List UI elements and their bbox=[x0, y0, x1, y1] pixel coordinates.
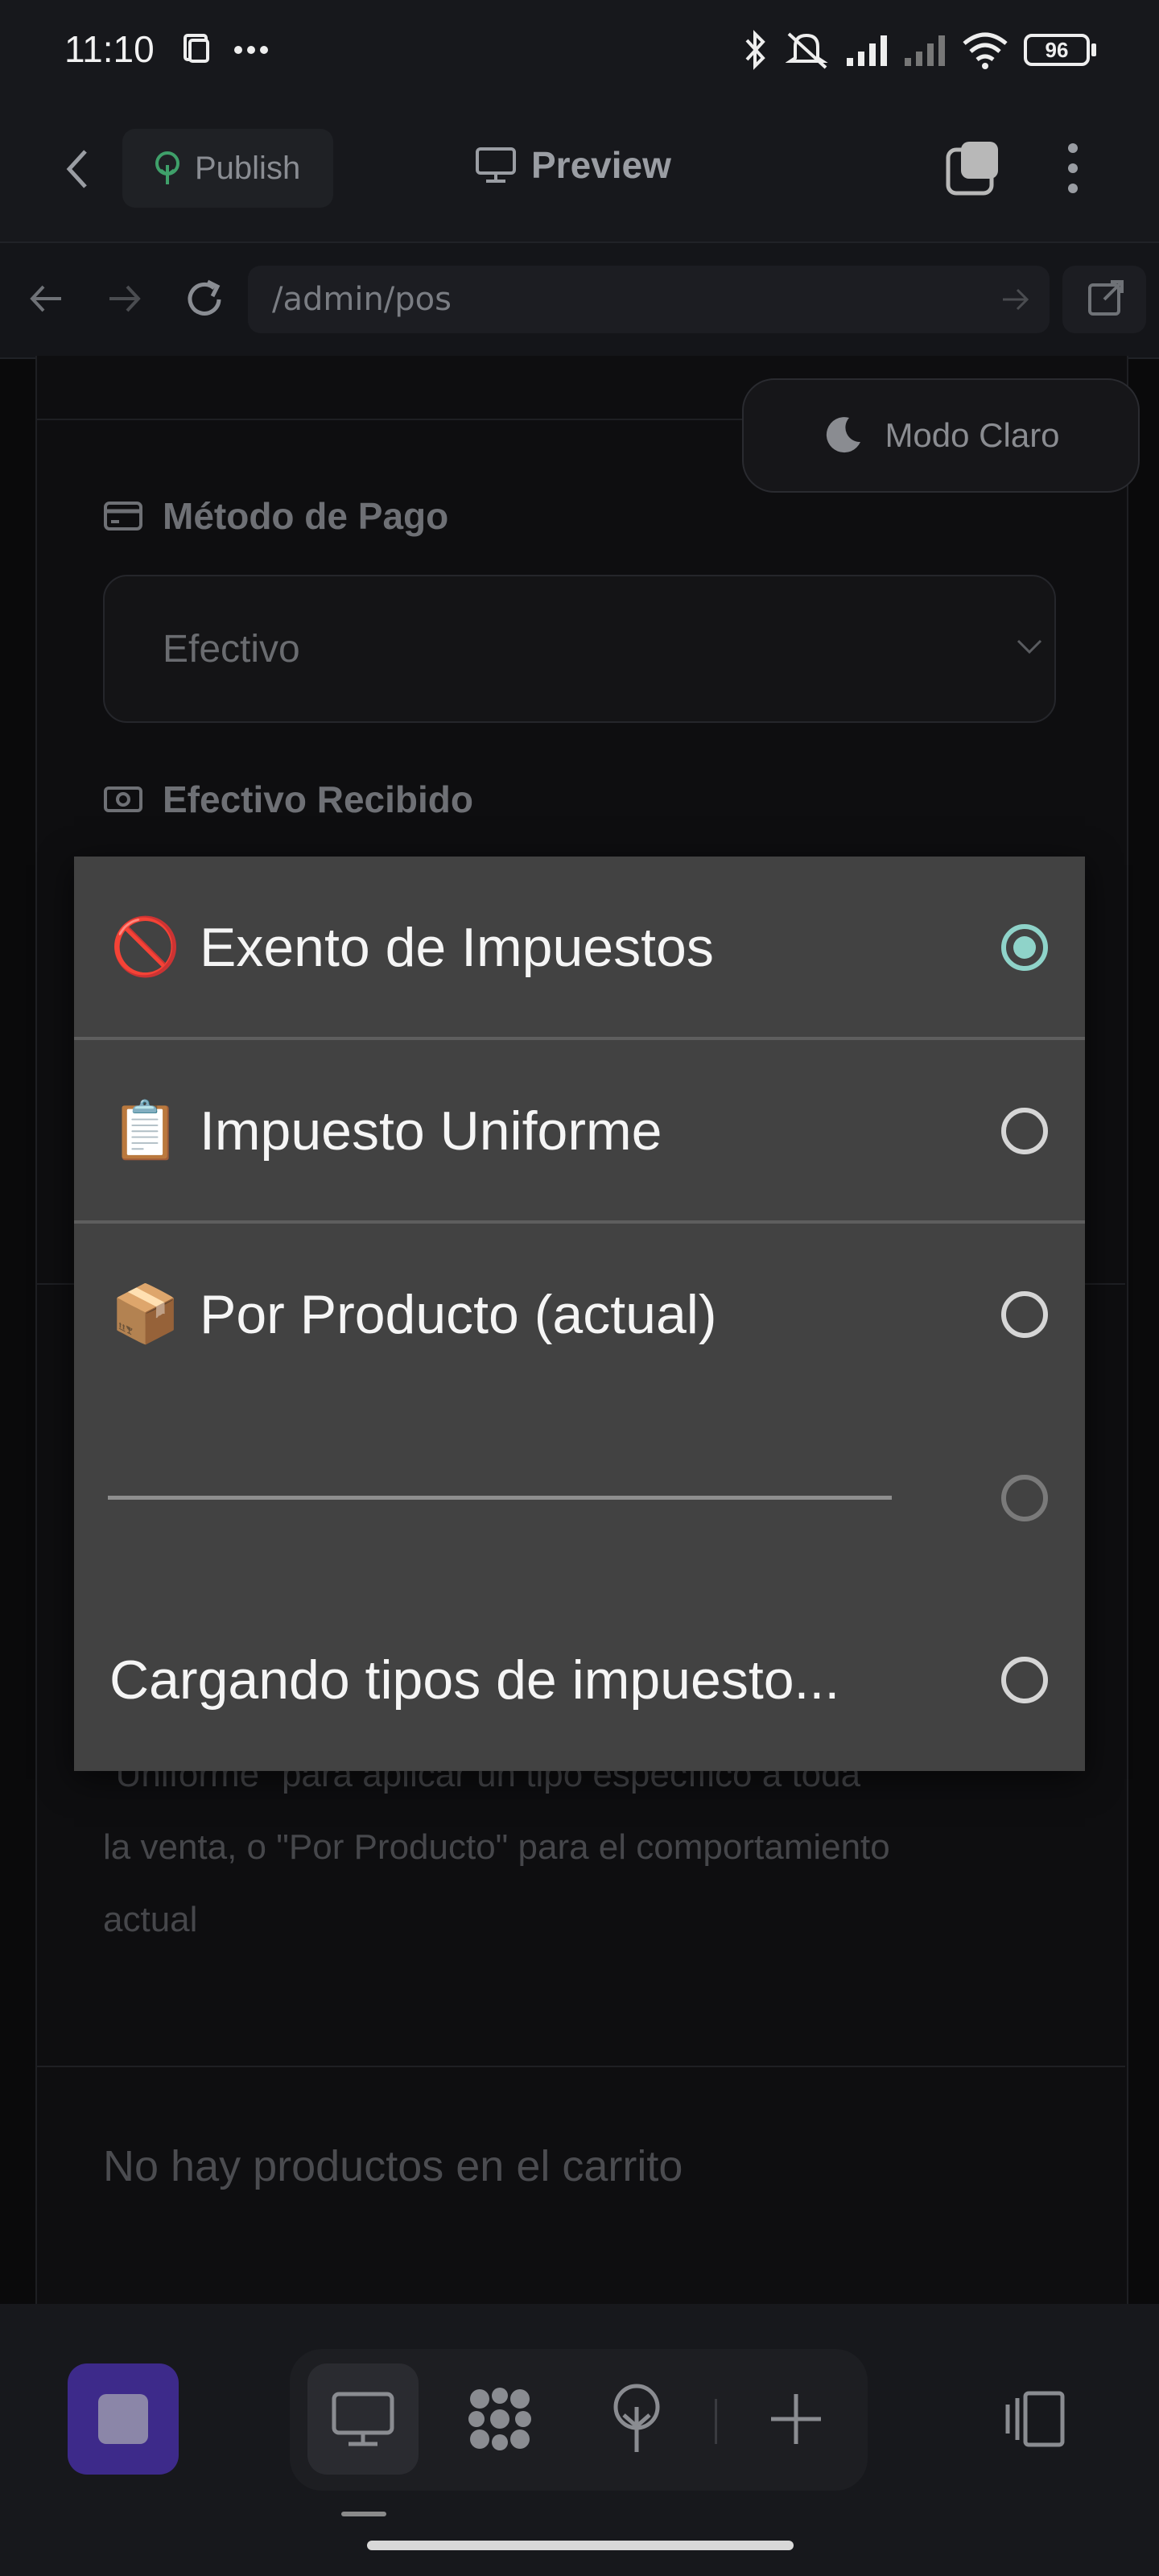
more-dots-icon bbox=[234, 46, 268, 54]
external-link-icon bbox=[1088, 280, 1124, 316]
tree-icon bbox=[613, 2384, 660, 2452]
battery-level: 96 bbox=[1045, 37, 1069, 62]
add-button[interactable] bbox=[740, 2363, 852, 2475]
refresh-icon[interactable] bbox=[182, 277, 227, 322]
credit-card-icon bbox=[104, 502, 142, 530]
option-loading[interactable]: Cargando tipos de impuesto... bbox=[74, 1589, 1085, 1771]
moon-icon bbox=[827, 417, 861, 453]
screenshot-icon bbox=[184, 34, 209, 63]
plus-icon bbox=[771, 2394, 821, 2444]
components-button[interactable] bbox=[444, 2363, 555, 2475]
mute-icon bbox=[786, 32, 828, 69]
payment-method-label: Método de Pago bbox=[103, 494, 448, 538]
radio-icon[interactable] bbox=[1001, 1657, 1048, 1703]
radio-disabled-icon bbox=[1001, 1475, 1048, 1521]
publish-label: Publish bbox=[195, 150, 301, 186]
device-toggle-button[interactable] bbox=[979, 2363, 1090, 2475]
status-time: 11:10 bbox=[64, 28, 155, 70]
nav-forward-icon[interactable] bbox=[105, 282, 145, 316]
option-label: Cargando tipos de impuesto... bbox=[109, 1649, 840, 1711]
publish-button[interactable]: Publish bbox=[122, 129, 333, 208]
kebab-menu-icon[interactable] bbox=[1059, 140, 1087, 196]
cash-received-label: Efectivo Recibido bbox=[103, 778, 473, 821]
helper-line: actual bbox=[103, 1900, 198, 1939]
back-icon[interactable] bbox=[58, 145, 98, 193]
radio-selected-icon[interactable] bbox=[1001, 924, 1048, 971]
payment-method-value: Efectivo bbox=[163, 627, 300, 671]
monitor-icon bbox=[476, 147, 516, 183]
tree-icon bbox=[155, 151, 179, 184]
open-external-button[interactable] bbox=[1062, 266, 1146, 333]
helper-line: la venta, o "Por Producto" para el compo… bbox=[103, 1827, 890, 1867]
theme-toggle-label: Modo Claro bbox=[885, 416, 1060, 454]
wifi-icon bbox=[963, 32, 1008, 69]
signal-icon bbox=[847, 35, 887, 66]
toolbar-divider bbox=[715, 2399, 717, 2444]
radio-icon[interactable] bbox=[1001, 1108, 1048, 1154]
option-por-producto[interactable]: 📦 Por Producto (actual) bbox=[74, 1224, 1085, 1406]
option-uniforme[interactable]: 📋 Impuesto Uniforme bbox=[74, 1040, 1085, 1222]
deploy-button[interactable] bbox=[581, 2363, 692, 2475]
dots-grid-icon bbox=[468, 2388, 531, 2450]
payment-method-text: Método de Pago bbox=[163, 495, 449, 537]
tax-type-dialog: 🚫 Exento de Impuestos 📋 Impuesto Uniform… bbox=[74, 857, 1085, 1771]
option-label: Impuesto Uniforme bbox=[200, 1100, 662, 1162]
stop-button[interactable] bbox=[68, 2363, 179, 2475]
drag-handle[interactable] bbox=[341, 2512, 386, 2516]
prohibited-emoji-icon: 🚫 bbox=[110, 915, 181, 978]
option-label: Por Producto (actual) bbox=[200, 1284, 717, 1345]
url-field[interactable]: /admin/pos bbox=[248, 266, 1050, 333]
battery-tip bbox=[1091, 43, 1096, 56]
preview-button[interactable]: Preview bbox=[475, 143, 671, 187]
package-emoji-icon: 📦 bbox=[110, 1282, 181, 1345]
home-indicator[interactable] bbox=[367, 2541, 794, 2550]
row-divider bbox=[35, 2066, 1125, 2067]
preview-label: Preview bbox=[531, 144, 671, 186]
cash-icon bbox=[104, 786, 142, 812]
url-text: /admin/pos bbox=[272, 281, 452, 318]
signal-2-icon bbox=[905, 35, 945, 66]
separator-line bbox=[108, 1496, 892, 1500]
empty-cart-message: No hay productos en el carrito bbox=[103, 2142, 683, 2190]
monitor-icon bbox=[332, 2392, 394, 2446]
desktop-view-button[interactable] bbox=[307, 2363, 419, 2475]
option-exento[interactable]: 🚫 Exento de Impuestos bbox=[74, 857, 1085, 1038]
battery-icon: 96 bbox=[1024, 34, 1090, 66]
option-separator bbox=[74, 1407, 1085, 1589]
go-arrow-icon[interactable] bbox=[1000, 285, 1032, 314]
option-label: Exento de Impuestos bbox=[200, 917, 714, 978]
nav-back-icon[interactable] bbox=[26, 282, 66, 316]
theme-toggle-button[interactable]: Modo Claro bbox=[742, 378, 1140, 493]
chevron-down-icon bbox=[1017, 639, 1042, 654]
radio-icon[interactable] bbox=[1001, 1291, 1048, 1338]
cash-received-text: Efectivo Recibido bbox=[163, 778, 473, 820]
device-rotate-icon bbox=[1005, 2391, 1065, 2447]
payment-method-select[interactable]: Efectivo bbox=[103, 575, 1056, 723]
tabs-icon[interactable] bbox=[943, 138, 1003, 198]
clipboard-emoji-icon: 📋 bbox=[110, 1099, 181, 1162]
bluetooth-icon bbox=[745, 30, 765, 70]
